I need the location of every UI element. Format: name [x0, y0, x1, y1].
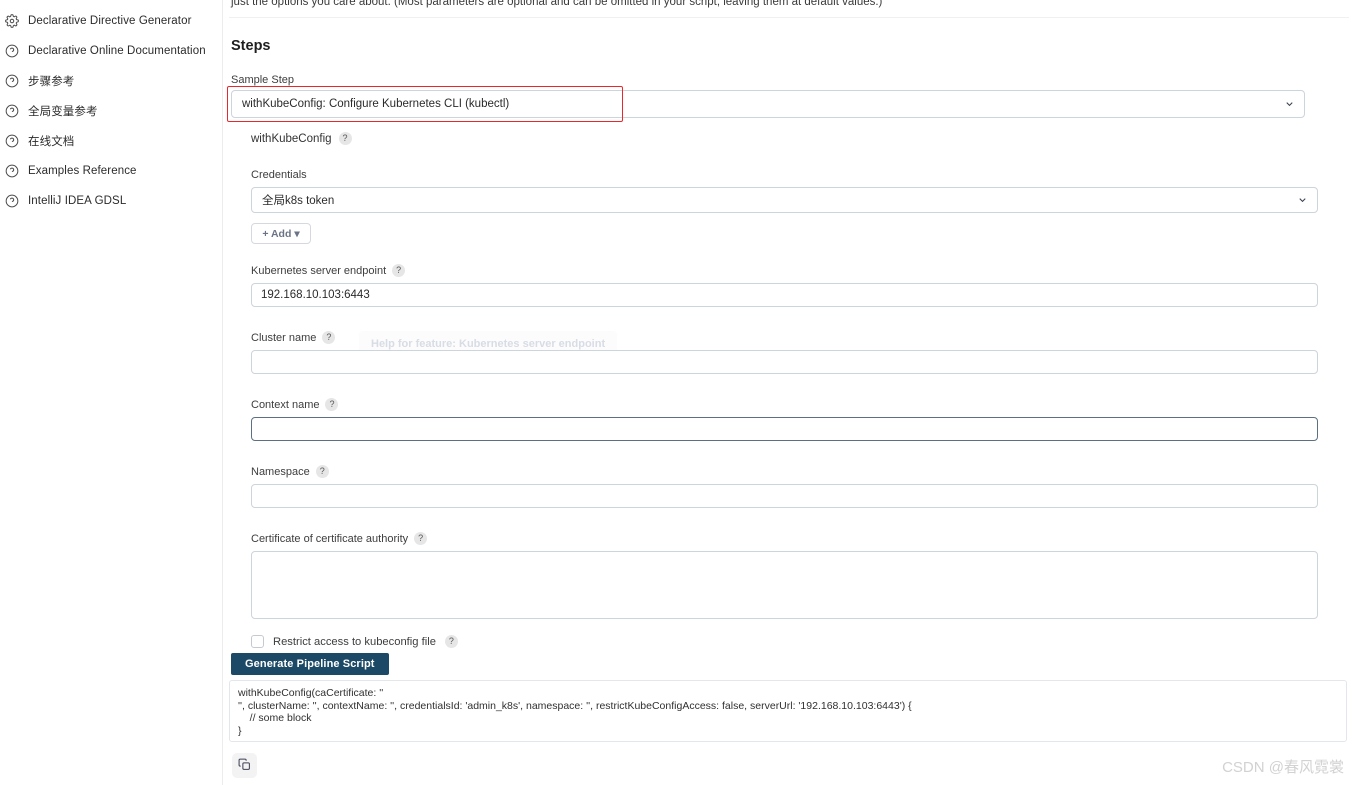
- field-namespace: Namespace ?: [251, 465, 1347, 508]
- field-credentials: Credentials 全局k8s token: [251, 169, 1347, 213]
- copy-script-button[interactable]: [232, 753, 257, 778]
- sample-step-label: Sample Step: [231, 74, 294, 86]
- sidebar-item-examples-reference[interactable]: Examples Reference: [0, 156, 222, 186]
- question-circle-icon: [5, 134, 19, 148]
- help-icon-cluster-name[interactable]: ?: [322, 331, 336, 344]
- cluster-name-label: Cluster name ?: [251, 331, 1347, 344]
- certificate-label: Certificate of certificate authority ?: [251, 532, 1347, 545]
- sample-step-selected-value: withKubeConfig: Configure Kubernetes CLI…: [242, 98, 510, 110]
- field-context-name: Context name ?: [251, 398, 1347, 441]
- add-credentials-button[interactable]: + Add ▾: [251, 223, 311, 244]
- question-circle-icon: [5, 164, 19, 178]
- server-endpoint-input[interactable]: [251, 283, 1318, 307]
- restrict-access-checkbox[interactable]: [251, 635, 264, 648]
- sidebar-item-step-reference[interactable]: 步骤参考: [0, 66, 222, 96]
- copy-icon: [238, 758, 251, 774]
- question-circle-icon: [5, 44, 19, 58]
- main-panel: just the options you care about. (Most p…: [222, 0, 1360, 785]
- section-divider: [229, 17, 1349, 18]
- sidebar-item-online-documentation[interactable]: 在线文档: [0, 126, 222, 156]
- add-button-label: + Add: [262, 227, 292, 240]
- question-circle-icon: [5, 194, 19, 208]
- sidebar-item-intellij-idea-gdsl[interactable]: IntelliJ IDEA GDSL: [0, 186, 222, 216]
- certificate-label-text: Certificate of certificate authority: [251, 532, 409, 545]
- help-icon-step[interactable]: ?: [338, 132, 352, 145]
- chevron-down-icon: [1284, 99, 1295, 110]
- credentials-selected-value: 全局k8s token: [262, 195, 335, 207]
- page-title: Steps: [231, 38, 271, 54]
- server-endpoint-label-text: Kubernetes server endpoint: [251, 264, 387, 277]
- chevron-down-icon: [1297, 195, 1308, 206]
- context-name-label: Context name ?: [251, 398, 1347, 411]
- field-restrict-access: Restrict access to kubeconfig file ?: [251, 635, 1347, 648]
- add-credentials-row: + Add ▾ Help for feature: Kubernetes ser…: [251, 223, 1347, 357]
- sidebar-item-label: 步骤参考: [28, 76, 75, 88]
- sample-step-select[interactable]: withKubeConfig: Configure Kubernetes CLI…: [231, 90, 1305, 118]
- help-icon-restrict-access[interactable]: ?: [444, 635, 458, 648]
- sidebar-item-label: 在线文档: [28, 136, 75, 148]
- sidebar-item-label: Declarative Directive Generator: [28, 15, 192, 27]
- step-config-form: withKubeConfig ? Credentials 全局k8s token: [251, 132, 1347, 648]
- cluster-name-label-text: Cluster name: [251, 331, 317, 344]
- server-endpoint-label: Kubernetes server endpoint ?: [251, 264, 1347, 277]
- gear-icon: [5, 14, 19, 28]
- help-icon-context-name[interactable]: ?: [325, 398, 339, 411]
- caret-down-icon: ▾: [294, 227, 300, 240]
- credentials-label: Credentials: [251, 169, 1347, 181]
- namespace-label: Namespace ?: [251, 465, 1347, 478]
- field-server-endpoint: Kubernetes server endpoint ?: [251, 264, 1347, 307]
- certificate-textarea[interactable]: [251, 551, 1318, 619]
- sidebar-item-label: IntelliJ IDEA GDSL: [28, 195, 127, 207]
- generate-pipeline-script-button[interactable]: Generate Pipeline Script: [231, 653, 389, 675]
- page-root: Declarative Directive Generator Declarat…: [0, 0, 1360, 785]
- sidebar-item-label: Declarative Online Documentation: [28, 45, 206, 57]
- help-icon-namespace[interactable]: ?: [315, 465, 329, 478]
- sidebar-item-label: 全局变量参考: [28, 106, 98, 118]
- step-name-label: withKubeConfig ?: [251, 132, 1347, 145]
- sidebar-item-global-variable-reference[interactable]: 全局变量参考: [0, 96, 222, 126]
- sample-step-label-text: Sample Step: [231, 74, 294, 86]
- credentials-select[interactable]: 全局k8s token: [251, 187, 1318, 213]
- context-name-label-text: Context name: [251, 398, 320, 411]
- context-name-input[interactable]: [251, 417, 1318, 441]
- question-circle-icon: [5, 104, 19, 118]
- sidebar-item-declarative-online-documentation[interactable]: Declarative Online Documentation: [0, 36, 222, 66]
- sidebar-item-declarative-directive-generator[interactable]: Declarative Directive Generator: [0, 6, 222, 36]
- sidebar: Declarative Directive Generator Declarat…: [0, 0, 222, 785]
- field-cluster-name: Cluster name ?: [251, 331, 1347, 374]
- help-icon-certificate[interactable]: ?: [414, 532, 428, 545]
- cluster-name-input[interactable]: [251, 350, 1318, 374]
- field-certificate-authority: Certificate of certificate authority ?: [251, 532, 1347, 619]
- watermark: CSDN @春风霓裳: [1222, 759, 1344, 776]
- sidebar-item-label: Examples Reference: [28, 165, 137, 177]
- question-circle-icon: [5, 74, 19, 88]
- help-icon-server-endpoint[interactable]: ?: [392, 264, 406, 277]
- namespace-label-text: Namespace: [251, 465, 310, 478]
- intro-paragraph: just the options you care about. (Most p…: [231, 0, 883, 8]
- generated-script-output[interactable]: withKubeConfig(caCertificate: '' '', clu…: [229, 680, 1347, 742]
- credentials-label-text: Credentials: [251, 169, 307, 181]
- restrict-access-label: Restrict access to kubeconfig file: [273, 635, 436, 648]
- namespace-input[interactable]: [251, 484, 1318, 508]
- step-name-text: withKubeConfig: [251, 132, 332, 145]
